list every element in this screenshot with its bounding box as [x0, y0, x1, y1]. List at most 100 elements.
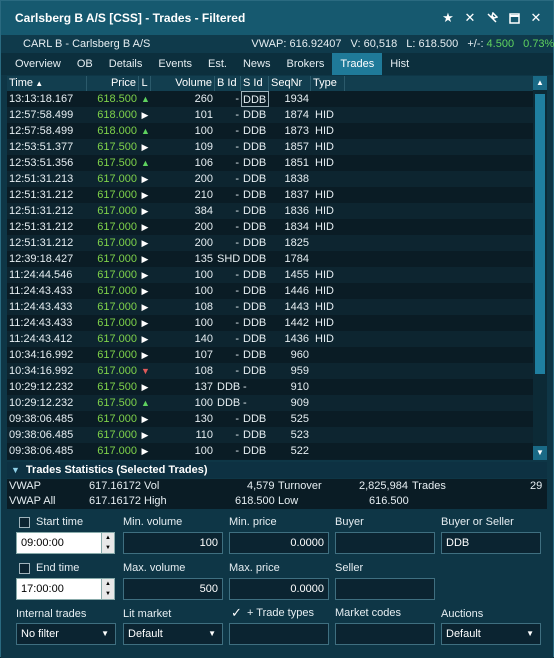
- scroll-up-icon[interactable]: ▲: [533, 76, 547, 90]
- max-price-field[interactable]: 0.0000: [229, 578, 329, 600]
- scrollbar-thumb[interactable]: [535, 94, 545, 374]
- table-row[interactable]: 10:34:16.992 617.000 ▶ 107 - DDB 960: [7, 347, 533, 363]
- tab-bar: Overview OB Details Events Est. News Bro…: [1, 53, 553, 75]
- end-time-field[interactable]: 17:00:00 ▲ ▼: [16, 578, 115, 600]
- table-row[interactable]: 10:34:16.992 617.000 ▼ 108 - DDB 959: [7, 363, 533, 379]
- table-row[interactable]: 09:38:06.485 617.000 ▶ 110 - DDB 523: [7, 427, 533, 443]
- table-row[interactable]: 12:51:31.212 617.000 ▶ 200 - DDB 1834 HID: [7, 219, 533, 235]
- tab-news[interactable]: News: [235, 53, 279, 75]
- table-row[interactable]: 10:29:12.232 617.500 ▲ 100 DDB - 909: [7, 395, 533, 411]
- cell-time: 12:57:58.499: [9, 109, 74, 121]
- trade-types-checkbox[interactable]: [231, 605, 242, 621]
- buyer-or-seller-field[interactable]: DDB: [441, 532, 541, 554]
- cell-vol: 100: [194, 317, 213, 329]
- column-header-l[interactable]: L: [139, 76, 151, 91]
- cell-sid: DDB: [243, 253, 267, 265]
- trend-up-icon: ▲: [141, 94, 150, 104]
- trades-statistics-header[interactable]: ▼ Trades Statistics (Selected Trades): [7, 462, 547, 478]
- auctions-dropdown[interactable]: Default ▼: [441, 623, 541, 645]
- table-row[interactable]: 11:24:43.433 617.000 ▶ 100 - DDB 1442 HID: [7, 315, 533, 331]
- trend-flat-icon: ▶: [141, 254, 149, 264]
- min-volume-field[interactable]: 100: [123, 532, 223, 554]
- table-row[interactable]: 12:53:51.377 617.500 ▶ 109 - DDB 1857 HID: [7, 139, 533, 155]
- column-header-type[interactable]: Type: [311, 76, 345, 91]
- column-header-price[interactable]: Price: [87, 76, 139, 91]
- table-row[interactable]: 11:24:43.412 617.000 ▶ 140 - DDB 1436 HID: [7, 331, 533, 347]
- high-label: High: [144, 495, 167, 507]
- table-body: 13:13:18.167 618.500 ▲ 260- DDB 1934 12:57:58.…: [7, 91, 533, 460]
- end-time-spinner-icon[interactable]: ▲ ▼: [101, 579, 114, 599]
- collapse-triangle-icon[interactable]: ▼: [11, 465, 20, 475]
- vol-stat: 4,579: [247, 480, 275, 492]
- scroll-down-icon[interactable]: ▼: [533, 446, 547, 460]
- lit-market-dropdown[interactable]: Default ▼: [123, 623, 223, 645]
- table-row[interactable]: 11:24:44.546 617.000 ▶ 100 - DDB 1455 HID: [7, 267, 533, 283]
- title-bar[interactable]: Carlsberg B A/S [CSS] - Trades - Filtere…: [1, 1, 553, 35]
- stats-row-1: VWAP 617.16172 Vol 4,579 Turnover 2,825,…: [7, 479, 547, 494]
- tab-brokers[interactable]: Brokers: [278, 53, 332, 75]
- table-row[interactable]: 09:38:06.485 617.000 ▶ 130 - DDB 525: [7, 411, 533, 427]
- internal-trades-dropdown[interactable]: No filter ▼: [16, 623, 116, 645]
- table-scrollbar[interactable]: ▲ ▼: [533, 76, 547, 460]
- column-header-seller-id[interactable]: S Id: [241, 76, 269, 91]
- table-row[interactable]: 12:39:18.427 617.000 ▶ 135 SHD DDB 1784: [7, 251, 533, 267]
- seller-field[interactable]: [335, 578, 435, 600]
- close-x-icon[interactable]: ✕: [459, 7, 481, 29]
- chevron-down-icon: ▼: [101, 629, 109, 638]
- table-row[interactable]: 09:38:06.485 617.000 ▶ 100 - DDB 522: [7, 443, 533, 459]
- table-row[interactable]: 12:51:31.213 617.000 ▶ 200 - DDB 1838: [7, 171, 533, 187]
- tab-est[interactable]: Est.: [200, 53, 235, 75]
- cell-type: HID: [315, 141, 334, 153]
- unpin-icon[interactable]: [481, 7, 503, 29]
- buyer-field[interactable]: [335, 532, 435, 554]
- cell-sid: -: [243, 381, 247, 393]
- start-time-field[interactable]: 09:00:00 ▲ ▼: [16, 532, 115, 554]
- table-row[interactable]: 10:29:12.232 617.500 ▶ 137 DDB - 910: [7, 379, 533, 395]
- table-row[interactable]: 12:53:51.356 617.500 ▲ 106 - DDB 1851 HID: [7, 155, 533, 171]
- max-volume-field[interactable]: 500: [123, 578, 223, 600]
- cell-price: 617.000: [97, 285, 137, 297]
- cell-bid: -: [235, 269, 239, 281]
- min-price-field[interactable]: 0.0000: [229, 532, 329, 554]
- trade-types-field[interactable]: [229, 623, 329, 645]
- end-time-checkbox[interactable]: [19, 563, 30, 574]
- market-codes-field[interactable]: [335, 623, 435, 645]
- tab-trades[interactable]: Trades: [332, 53, 383, 75]
- end-time-value: 17:00:00: [21, 583, 64, 595]
- tab-hist[interactable]: Hist: [382, 53, 417, 75]
- cell-seq: 1834: [284, 221, 309, 233]
- star-icon[interactable]: ★: [437, 7, 459, 29]
- column-header-time[interactable]: Time ▲: [7, 76, 87, 91]
- table-row[interactable]: 12:51:31.212 617.000 ▶ 384 - DDB 1836 HID: [7, 203, 533, 219]
- cell-price: 617.500: [97, 157, 137, 169]
- table-row[interactable]: 13:13:18.167 618.500 ▲ 260 - DDB 1934: [7, 91, 533, 107]
- table-row[interactable]: 11:24:43.433 617.000 ▶ 108 - DDB 1443 HID: [7, 299, 533, 315]
- table-row[interactable]: 11:24:43.433 617.000 ▶ 100 - DDB 1446 HID: [7, 283, 533, 299]
- instrument-name: CARL B - Carlsberg B A/S: [23, 38, 151, 50]
- tab-details[interactable]: Details: [101, 53, 151, 75]
- cell-bid: -: [235, 301, 239, 313]
- cell-bid: -: [235, 141, 239, 153]
- cell-type: [311, 379, 345, 395]
- column-header-volume[interactable]: Volume: [151, 76, 215, 91]
- trend-flat-icon: ▶: [141, 302, 149, 312]
- start-time-spinner-icon[interactable]: ▲ ▼: [101, 533, 114, 553]
- maximize-icon[interactable]: [503, 7, 525, 29]
- close-icon[interactable]: ✕: [525, 7, 547, 29]
- cell-vol: 135: [194, 253, 213, 265]
- tab-overview[interactable]: Overview: [1, 53, 69, 75]
- cell-sid: DDB: [243, 413, 267, 425]
- table-row[interactable]: 12:51:31.212 617.000 ▶ 200 - DDB 1825: [7, 235, 533, 251]
- column-header-buyer-id[interactable]: B Id: [215, 76, 241, 91]
- start-time-checkbox[interactable]: [19, 517, 30, 528]
- trend-flat-icon: ▶: [141, 174, 149, 184]
- cell-sid: DDB: [243, 301, 267, 313]
- cell-seq: 1825: [284, 237, 309, 249]
- column-header-seqnr[interactable]: SeqNr: [269, 76, 311, 91]
- table-row[interactable]: 12:51:31.212 617.000 ▶ 210 - DDB 1837 HID: [7, 187, 533, 203]
- tab-ob[interactable]: OB: [69, 53, 101, 75]
- table-row[interactable]: 12:57:58.499 618.000 ▲ 100 - DDB 1873 HID: [7, 123, 533, 139]
- cell-type: [311, 171, 345, 187]
- tab-events[interactable]: Events: [150, 53, 200, 75]
- table-row[interactable]: 12:57:58.499 618.000 ▶ 101 - DDB 1874 HID: [7, 107, 533, 123]
